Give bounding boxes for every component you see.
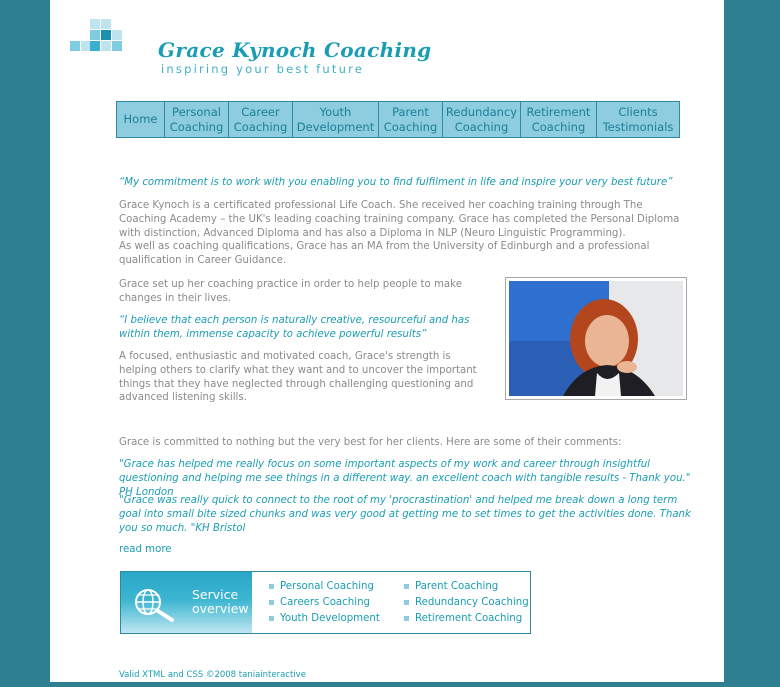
service-link-retirement-coaching[interactable]: Retirement Coaching bbox=[404, 611, 529, 627]
main-nav: Home Personal Coaching Career Coaching Y… bbox=[116, 101, 680, 138]
nav-item-career-coaching[interactable]: Career Coaching bbox=[229, 102, 293, 137]
nav-item-parent-coaching[interactable]: Parent Coaching bbox=[379, 102, 443, 137]
bullet-icon bbox=[404, 615, 409, 621]
bullet-icon bbox=[404, 599, 409, 605]
service-link-redundancy-coaching[interactable]: Redundancy Coaching bbox=[404, 595, 529, 611]
service-link-careers-coaching[interactable]: Careers Coaching bbox=[269, 595, 380, 611]
service-list-1: Personal Coaching Careers Coaching Youth… bbox=[269, 579, 380, 627]
intro-paragraph-2: As well as coaching qualifications, Grac… bbox=[119, 241, 650, 267]
bullet-icon bbox=[269, 583, 274, 589]
site-logo[interactable]: Grace Kynoch Coaching inspiring your bes… bbox=[70, 18, 431, 76]
bullet-icon bbox=[404, 583, 409, 589]
nav-item-redundancy-coaching[interactable]: Redundancy Coaching bbox=[443, 102, 521, 137]
intro-paragraph-1: Grace Kynoch is a certificated professio… bbox=[119, 200, 680, 239]
service-link-parent-coaching[interactable]: Parent Coaching bbox=[404, 579, 529, 595]
belief-quote: “I believe that each person is naturally… bbox=[119, 315, 470, 340]
committed-text: Grace is committed to nothing but the ve… bbox=[119, 437, 622, 448]
nav-item-home[interactable]: Home bbox=[117, 102, 165, 137]
focus-text: A focused, enthusiastic and motivated co… bbox=[119, 351, 477, 404]
nav-item-clients-testimonials[interactable]: Clients Testimonials bbox=[597, 102, 679, 137]
nav-item-retirement-coaching[interactable]: Retirement Coaching bbox=[521, 102, 597, 137]
intro-text: Grace Kynoch is a certificated professio… bbox=[119, 199, 689, 268]
nav-item-youth-development[interactable]: Youth Development bbox=[293, 102, 379, 137]
mission-quote: “My commitment is to work with you enabl… bbox=[119, 177, 673, 188]
coach-photo bbox=[505, 277, 687, 400]
service-link-youth-development[interactable]: Youth Development bbox=[269, 611, 380, 627]
read-more-link[interactable]: read more bbox=[119, 544, 172, 555]
nav-item-personal-coaching[interactable]: Personal Coaching bbox=[165, 102, 229, 137]
footer-text: Valid XTML and CSS ©2008 taniainteractiv… bbox=[119, 670, 306, 680]
globe-magnifier-icon bbox=[135, 589, 174, 622]
service-overview-box: Service overview Personal Coaching Caree… bbox=[120, 571, 531, 634]
brand-name: Grace Kynoch Coaching bbox=[158, 38, 432, 62]
brand-tagline: inspiring your best future bbox=[161, 62, 365, 76]
service-list-2: Parent Coaching Redundancy Coaching Reti… bbox=[404, 579, 529, 627]
setup-text: Grace set up her coaching practice in or… bbox=[119, 279, 462, 304]
bullet-icon bbox=[269, 615, 274, 621]
service-overview-title: Service overview bbox=[192, 587, 249, 616]
testimonial-2: "Grace was really quick to connect to th… bbox=[119, 495, 691, 534]
bullet-icon bbox=[269, 599, 274, 605]
page: Grace Kynoch Coaching inspiring your bes… bbox=[50, 0, 724, 682]
service-link-personal-coaching[interactable]: Personal Coaching bbox=[269, 579, 380, 595]
portrait-image bbox=[509, 281, 683, 396]
service-overview-banner: Service overview bbox=[121, 572, 252, 633]
